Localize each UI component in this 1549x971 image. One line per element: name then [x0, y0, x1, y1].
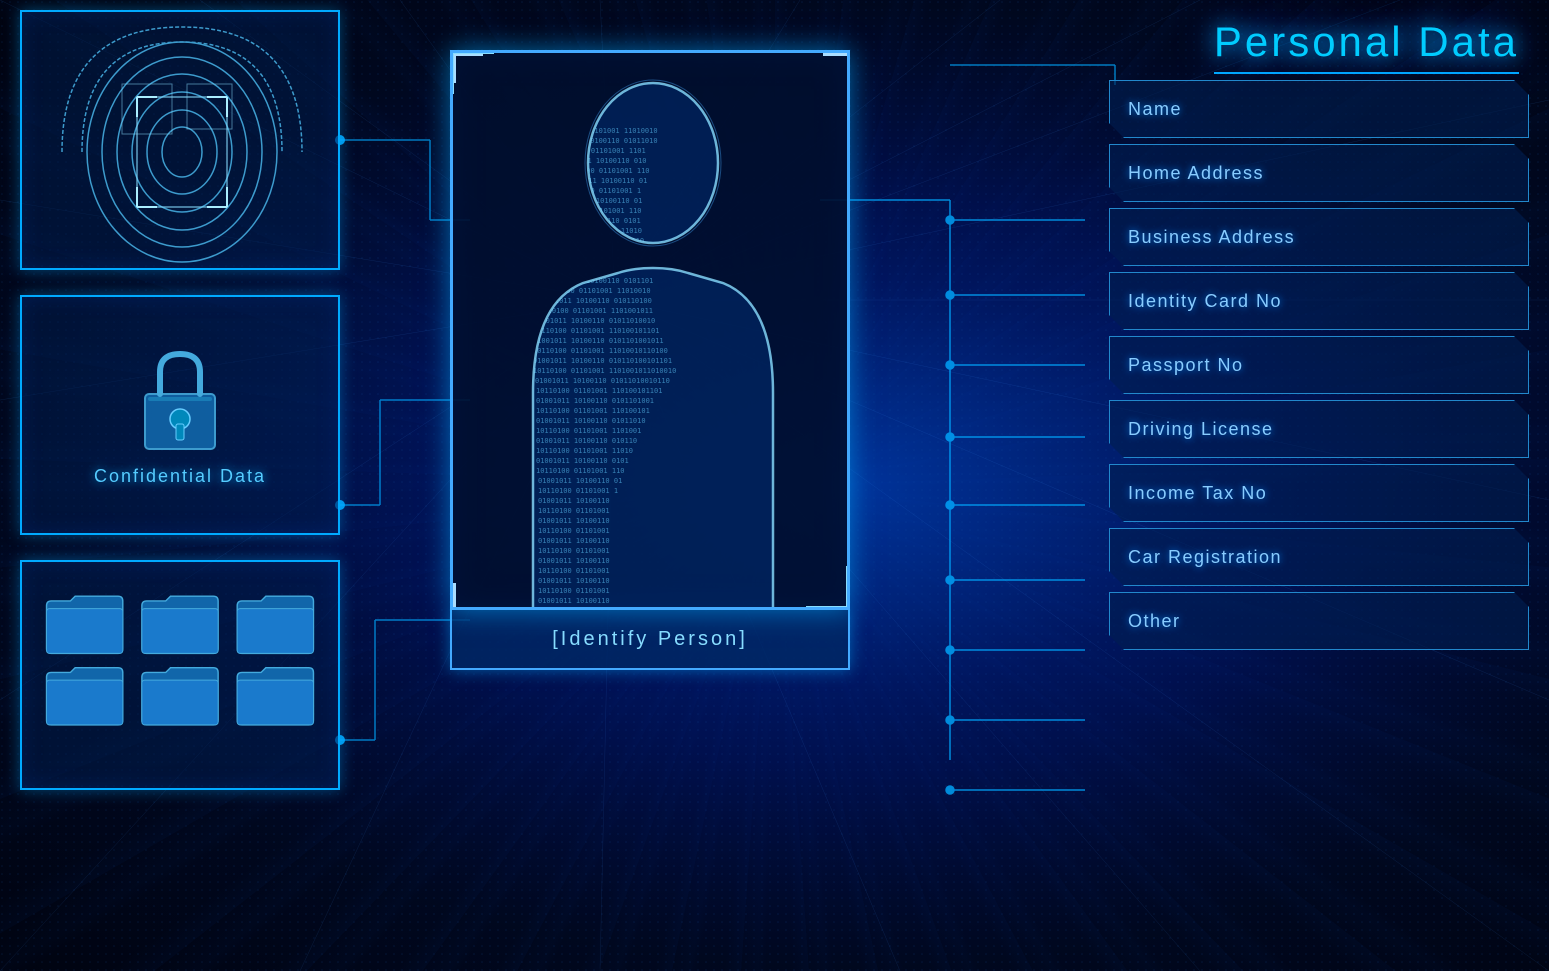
svg-text:10110100 01101001 110100101: 10110100 01101001 110100101: [536, 407, 650, 415]
data-item-label-car-registration: Car Registration: [1128, 547, 1282, 568]
svg-text:10110100 01101001: 10110100 01101001: [538, 527, 610, 535]
svg-text:01001011 10100110: 01001011 10100110: [538, 597, 610, 605]
svg-text:10110100 01101001 110100101101: 10110100 01101001 110100101101: [536, 387, 662, 395]
data-item-home-address: Home Address: [1109, 144, 1529, 202]
data-item-label-driving-license: Driving License: [1128, 419, 1274, 440]
data-item-label-identity-card: Identity Card No: [1128, 291, 1282, 312]
svg-text:01001011 10100110 0101: 01001011 10100110 0101: [536, 457, 629, 465]
svg-text:01001011 10100110 010110100101: 01001011 10100110 010110100101101: [533, 357, 672, 365]
svg-text:10110100 01101001 110100101101: 10110100 01101001 110100101101: [533, 327, 659, 335]
left-panels: Confidential Data: [20, 10, 375, 790]
fingerprint-svg: [22, 12, 342, 272]
svg-text:01001011 10100110 010110: 01001011 10100110 010110: [536, 437, 637, 445]
svg-text:10110100 01101001 11010: 10110100 01101001 11010: [536, 447, 633, 455]
data-item-business-address: Business Address: [1109, 208, 1529, 266]
lock-icon: [130, 344, 230, 454]
svg-text:01001011 10100110: 01001011 10100110: [538, 497, 610, 505]
data-item-other: Other: [1109, 592, 1529, 650]
svg-text:01001011 10100110: 01001011 10100110: [538, 517, 610, 525]
svg-text:01001011 10100110 0101101001: 01001011 10100110 0101101001: [536, 397, 654, 405]
fingerprint-panel: [20, 10, 340, 270]
folder-grid-icon: [37, 577, 323, 787]
data-item-label-income-tax: Income Tax No: [1128, 483, 1267, 504]
right-panel: Name Home Address Business Address Identity…: [1109, 80, 1529, 650]
confidential-panel: Confidential Data: [20, 295, 340, 535]
data-item-label-other: Other: [1128, 611, 1181, 632]
data-item-driving-license: Driving License: [1109, 400, 1529, 458]
data-item-passport: Passport No: [1109, 336, 1529, 394]
svg-text:10110100 01101001 110100101101: 10110100 01101001 1101001011010010: [533, 367, 676, 375]
files-panel: [20, 560, 340, 790]
svg-text:10110100 01101001 1101001: 10110100 01101001 1101001: [536, 427, 641, 435]
data-item-label-home-address: Home Address: [1128, 163, 1264, 184]
data-item-label-business-address: Business Address: [1128, 227, 1295, 248]
data-item-income-tax: Income Tax No: [1109, 464, 1529, 522]
svg-text:01001011 10100110 010110100101: 01001011 10100110 01011010010110: [535, 377, 670, 385]
identify-bar: [Identify Person]: [450, 610, 850, 670]
svg-text:01001011 10100110 01: 01001011 10100110 01: [538, 477, 622, 485]
svg-text:01001011 10100110: 01001011 10100110: [538, 577, 610, 585]
svg-text:01001011 10100110 01011010: 01001011 10100110 01011010: [536, 417, 646, 425]
svg-text:10110100 01101001: 10110100 01101001: [538, 507, 610, 515]
svg-text:10110100 01101001: 10110100 01101001: [538, 567, 610, 575]
data-item-name: Name: [1109, 80, 1529, 138]
svg-text:10110100 01101001 1: 10110100 01101001 1: [538, 487, 618, 495]
svg-text:10110100 01101001 110: 10110100 01101001 110: [536, 467, 625, 475]
person-frame: 10110100 01101001 11010010 01001011 1010…: [450, 50, 850, 610]
data-item-label-name: Name: [1128, 99, 1182, 120]
data-item-identity-card: Identity Card No: [1109, 272, 1529, 330]
svg-text:01001011 10100110 010110100101: 01001011 10100110 0101101001011: [533, 337, 664, 345]
person-silhouette-svg: 10110100 01101001 11010010 01001011 1010…: [453, 53, 850, 610]
svg-text:01001011 10100110: 01001011 10100110: [538, 557, 610, 565]
data-item-label-passport: Passport No: [1128, 355, 1244, 376]
confidential-label: Confidential Data: [94, 466, 266, 487]
identify-text: [Identify Person]: [552, 628, 748, 651]
svg-text:10110100 01101001: 10110100 01101001: [538, 587, 610, 595]
svg-text:01001011 10100110: 01001011 10100110: [538, 537, 610, 545]
main-container: Personal Data: [0, 0, 1549, 971]
page-title: Personal Data: [1214, 18, 1519, 74]
center-panel: 10110100 01101001 11010010 01001011 1010…: [450, 50, 850, 730]
svg-text:10110100 01101001 110100101101: 10110100 01101001 11010010110100: [533, 347, 668, 355]
svg-text:01001011 10100110 01011010010: 01001011 10100110 01011010010: [533, 317, 655, 325]
svg-text:10110100 01101001: 10110100 01101001: [538, 547, 610, 555]
data-item-car-registration: Car Registration: [1109, 528, 1529, 586]
